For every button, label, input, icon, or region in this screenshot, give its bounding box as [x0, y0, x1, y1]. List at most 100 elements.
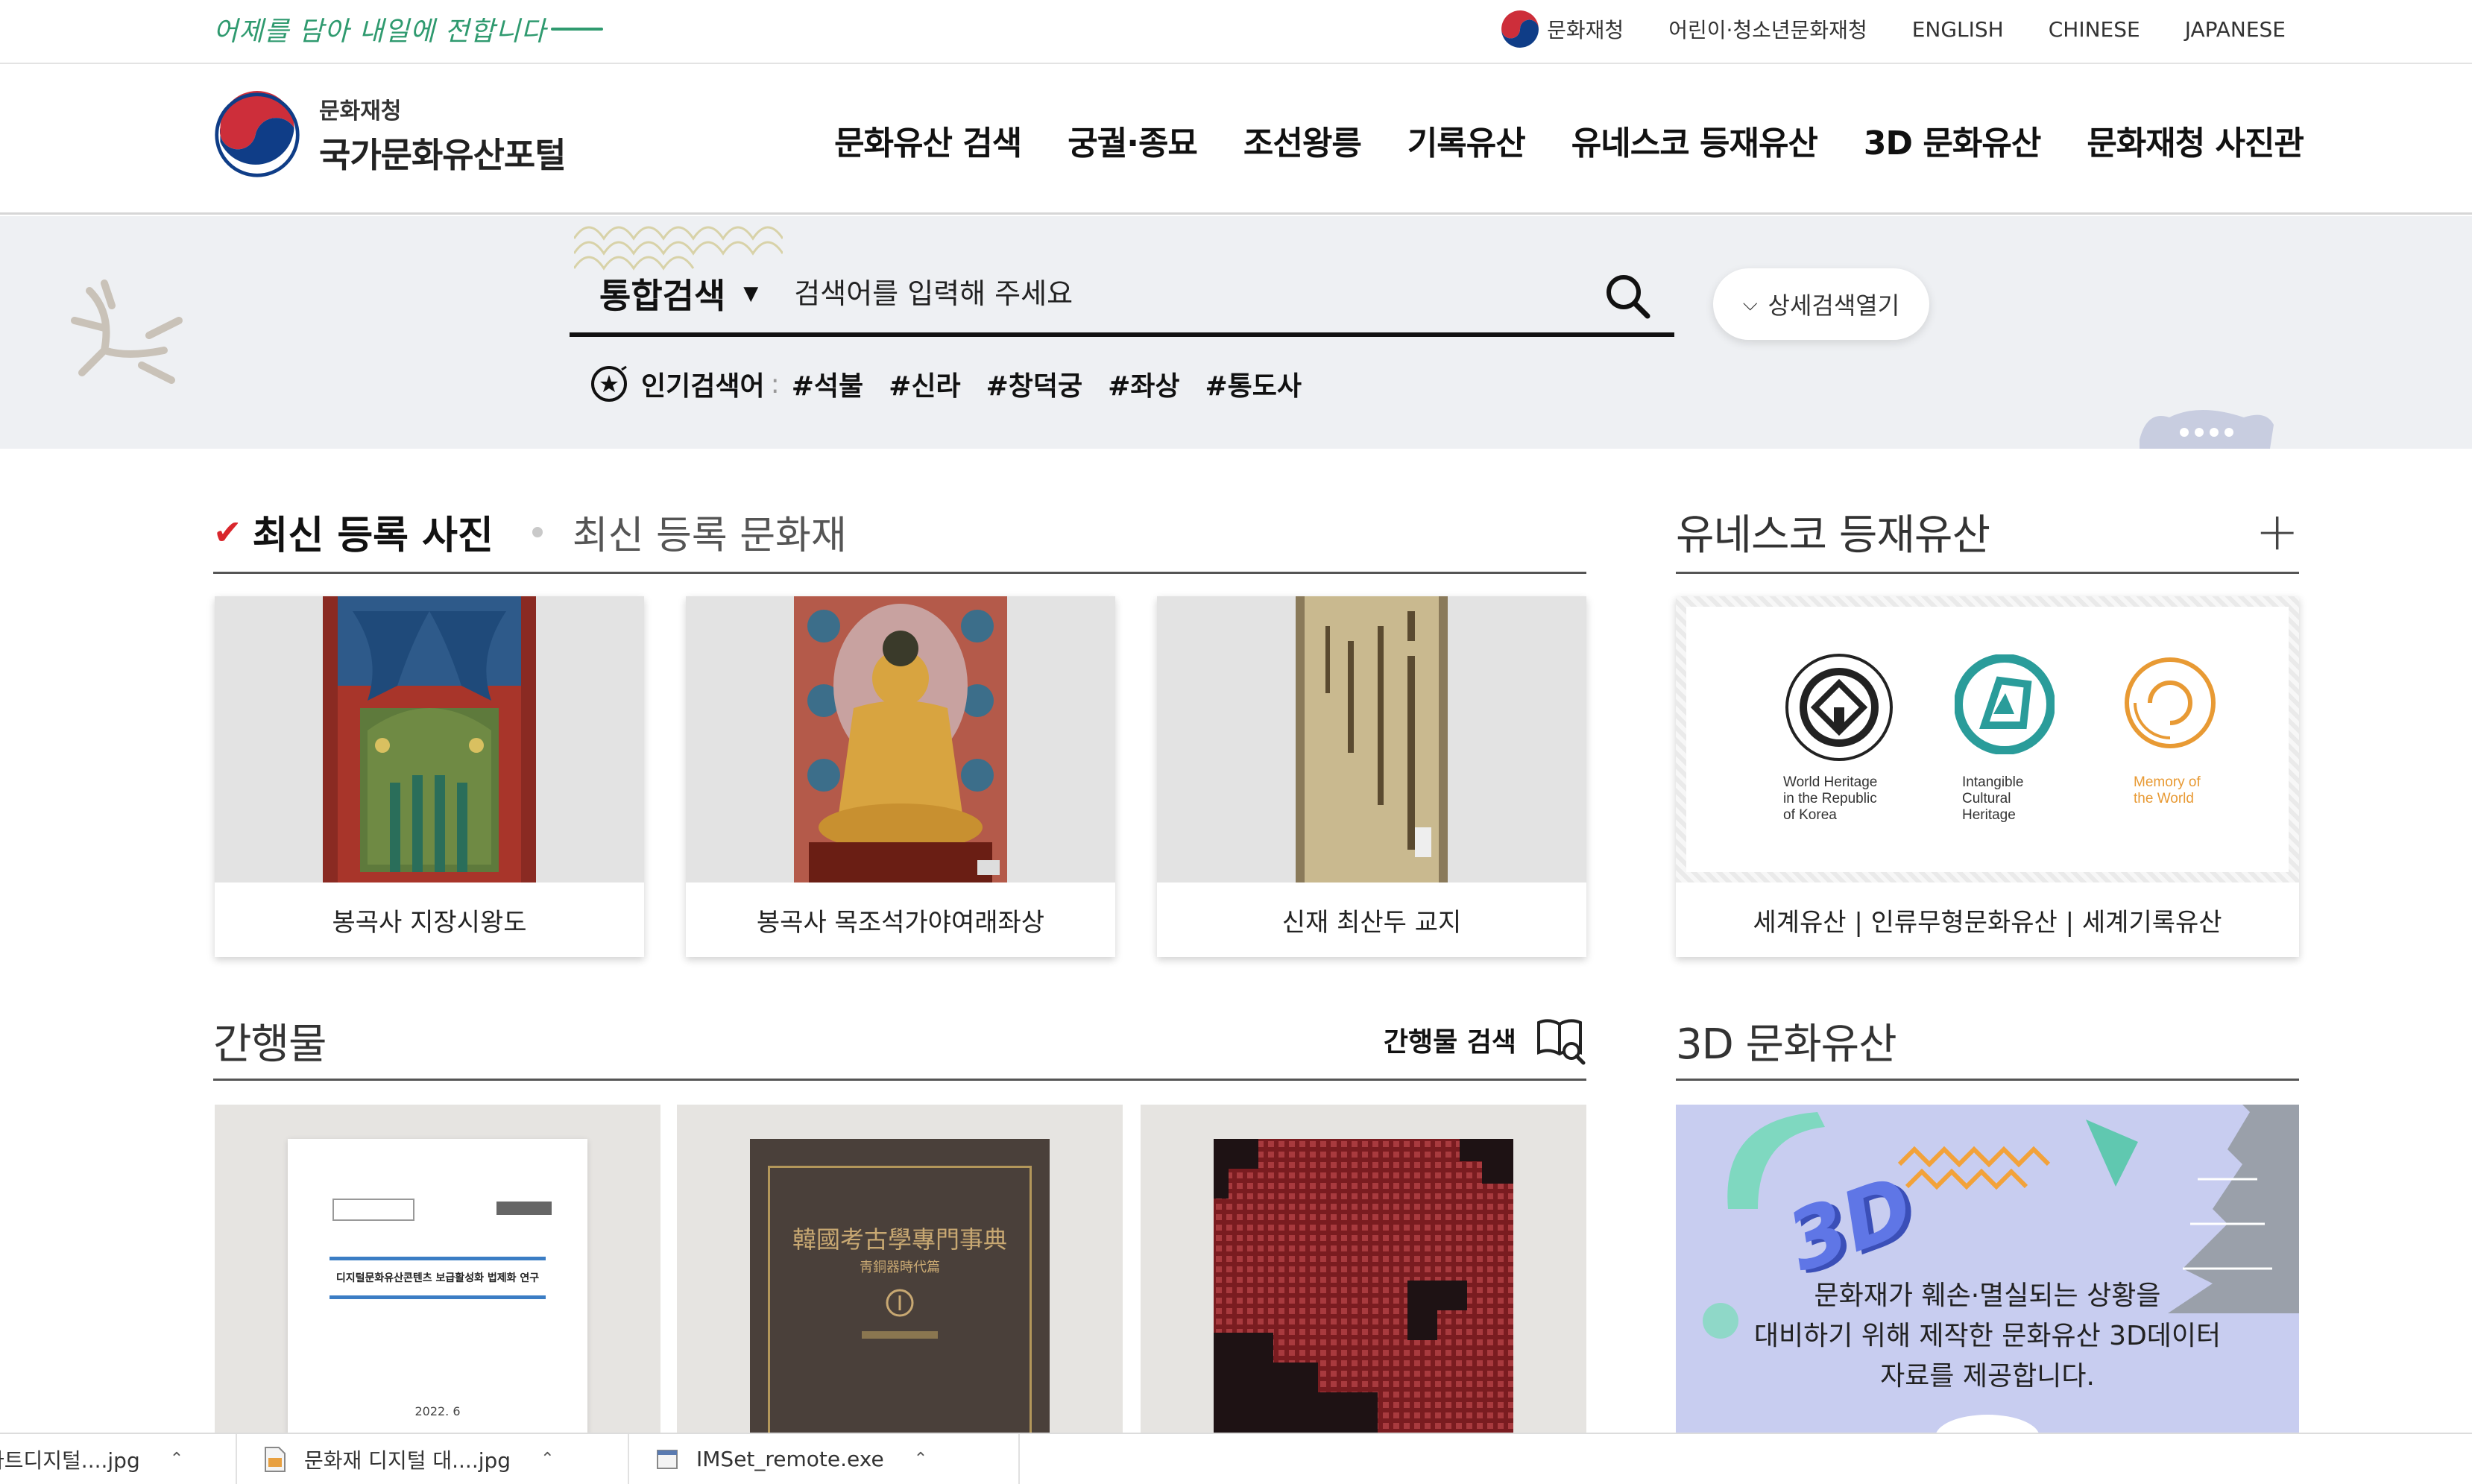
logo-text: 문화재청 국가문화유산포털: [319, 92, 567, 177]
nav-photo-gallery[interactable]: 문화재청 사진관: [2087, 116, 2304, 164]
tab-latest-photos-label: 최신 등록 사진: [252, 514, 494, 558]
nav-unesco[interactable]: 유네스코 등재유산: [1571, 116, 1818, 164]
logo-org: 문화재청: [319, 98, 402, 124]
popular-label: 인기검색어: [641, 371, 765, 402]
star-badge-icon: [591, 365, 627, 402]
advanced-search-button[interactable]: ⌵ 상세검색열기: [1713, 268, 1929, 340]
heritage3d-line: 대비하기 위해 제작한 문화유산 3D데이터: [1753, 1321, 2222, 1351]
chevron-up-icon[interactable]: ⌃: [914, 1450, 927, 1468]
search-scope-select[interactable]: 통합검색 ▼: [599, 269, 758, 318]
heritage3d-title: 3D 문화유산: [1676, 1020, 1897, 1069]
popular-tag[interactable]: #통도사: [1205, 364, 1302, 403]
photo-card-image: [1157, 596, 1586, 882]
world-heritage-logo-icon: [1785, 654, 1893, 761]
book-cover-brown: 韓國考古學專門事典 靑銅器時代篇: [750, 1139, 1050, 1433]
slogan: 어제를 담아 내일에 전합니다: [213, 4, 603, 54]
download-bar: 아트디지털....jpg ⌃ 문화재 디지털 대....jpg ⌃ IMSet_…: [0, 1433, 2472, 1484]
nav-palaces[interactable]: 궁궐·종묘: [1068, 116, 1198, 164]
plus-icon[interactable]: +: [2255, 505, 2299, 558]
book-publisher-line: [862, 1331, 938, 1339]
chevron-up-icon[interactable]: ⌃: [170, 1450, 183, 1468]
book-cover-box: [332, 1199, 414, 1221]
link-kids[interactable]: 어린이·청소년문화재청: [1668, 14, 1867, 44]
photo-card-caption: 신재 최산두 교지: [1281, 907, 1462, 938]
tab-latest-photos[interactable]: ✔ 최신 등록 사진: [213, 504, 494, 560]
link-chinese[interactable]: CHINESE: [2049, 17, 2140, 42]
book-emblem-icon: [886, 1289, 914, 1317]
memory-of-world-logo-icon: [2125, 657, 2216, 748]
mow-line: Memory of: [2134, 774, 2201, 790]
slogan-swoosh: [550, 28, 603, 31]
download-filename: 문화재 디지털 대....jpg: [304, 1447, 511, 1473]
photo-card-caption: 봉곡사 지장시왕도: [332, 907, 527, 938]
tab-separator-dot: [532, 526, 543, 537]
popular-tag[interactable]: #창덕궁: [986, 364, 1083, 403]
download-item[interactable]: IMSet_remote.exe ⌃: [629, 1434, 1020, 1484]
unesco-title: 유네스코 등재유산: [1676, 511, 1990, 560]
heritage3d-banner[interactable]: 3D 문화재가 훼손·멸실되는 상황을 대비하기 위해 제작한 문화유산 3D데…: [1676, 1105, 2299, 1433]
book-title: 디지털문화유산콘텐츠 보급활성화 법제화 연구: [335, 1272, 540, 1284]
unesco-header: 유네스코 등재유산 +: [1676, 492, 2299, 574]
check-icon: ✔: [213, 511, 242, 552]
search-icon[interactable]: [1603, 271, 1652, 321]
chevron-up-icon[interactable]: ⌃: [540, 1450, 554, 1468]
photo-card[interactable]: 봉곡사 지장시왕도: [215, 596, 644, 957]
tab-latest-heritage[interactable]: 최신 등록 문화재: [573, 504, 847, 560]
utility-bar: 어제를 담아 내일에 전합니다 문화재청 어린이·청소년문화재청 ENGLISH…: [0, 0, 2472, 64]
book-rule: [330, 1295, 546, 1299]
link-cha[interactable]: 문화재청: [1501, 10, 1624, 48]
heritage3d-line: 문화재가 훼손·멸실되는 상황을: [1814, 1281, 2161, 1311]
book-rule: [330, 1257, 546, 1260]
photo-card[interactable]: 봉곡사 목조석가야여래좌상: [686, 596, 1115, 957]
book-publisher-logo: [496, 1202, 552, 1215]
logo-name: 국가문화유산포털: [319, 135, 567, 175]
search-band: 통합검색 ▼ ⌵ 상세검색열기 인기검색어 : #석불 #신라 #창덕궁 #좌상…: [0, 216, 2472, 449]
book-search-icon: [1537, 1019, 1586, 1065]
cha-emblem-icon: [1501, 10, 1539, 48]
heritage3d-line: 자료를 제공합니다.: [1880, 1361, 2095, 1392]
publication-item[interactable]: 디지털문화유산콘텐츠 보급활성화 법제화 연구 2022. 6: [215, 1105, 660, 1433]
exe-file-icon: [657, 1449, 678, 1469]
search-input[interactable]: [794, 268, 1615, 320]
wh-line: of Korea: [1783, 807, 1837, 823]
link-english[interactable]: ENGLISH: [1912, 17, 2004, 42]
utility-links: 문화재청 어린이·청소년문화재청 ENGLISH CHINESE JAPANES…: [1501, 0, 2286, 58]
unesco-card[interactable]: World Heritage in the Republic of Korea …: [1676, 596, 2299, 957]
download-filename: IMSet_remote.exe: [696, 1447, 884, 1471]
link-cha-label: 문화재청: [1547, 18, 1624, 42]
chevron-down-icon: ⌵: [1742, 292, 1758, 315]
nav-heritage-search[interactable]: 문화유산 검색: [834, 116, 1022, 164]
publications-title: 간행물: [213, 1020, 327, 1069]
link-japanese[interactable]: JAPANESE: [2185, 17, 2286, 42]
book-cover-white: 디지털문화유산콘텐츠 보급활성화 법제화 연구 2022. 6: [288, 1139, 587, 1433]
heritage3d-header: 3D 문화유산: [1676, 1003, 2299, 1081]
memory-caption: Memory of the World: [2134, 774, 2245, 807]
publication-item[interactable]: [1141, 1105, 1586, 1433]
publication-item[interactable]: 韓國考古學專門事典 靑銅器時代篇: [677, 1105, 1123, 1433]
book-subtitle: 靑銅器時代篇: [860, 1260, 940, 1275]
unesco-logos: World Heritage in the Republic of Korea …: [1686, 607, 2289, 872]
image-file-icon: [265, 1446, 286, 1472]
slogan-text: 어제를 담아 내일에 전합니다: [213, 16, 546, 47]
latest-tabs: ✔ 최신 등록 사진 최신 등록 문화재: [213, 492, 1586, 574]
download-item[interactable]: 문화재 디지털 대....jpg ⌃: [237, 1434, 629, 1484]
site-logo[interactable]: 문화재청 국가문화유산포털: [213, 91, 567, 179]
intangible-heritage-logo-icon: [1955, 654, 2055, 754]
download-item[interactable]: 아트디지털....jpg ⌃: [0, 1434, 237, 1484]
unesco-caption: 세계유산 | 인류무형문화유산 | 세계기록유산: [1753, 907, 2222, 938]
publication-search-button[interactable]: 간행물 검색: [1384, 1014, 1586, 1066]
main-nav: 문화유산 검색 궁궐·종묘 조선왕릉 기록유산 유네스코 등재유산 3D 문화유…: [834, 116, 2304, 164]
nav-royal-tombs[interactable]: 조선왕릉: [1243, 116, 1362, 164]
photo-card[interactable]: 신재 최산두 교지: [1157, 596, 1586, 957]
nav-documentary[interactable]: 기록유산: [1407, 116, 1526, 164]
popular-tag[interactable]: #신라: [889, 364, 960, 403]
publication-search-label: 간행물 검색: [1383, 1027, 1516, 1058]
popular-tag[interactable]: #좌상: [1108, 364, 1179, 403]
ich-line: Intangible: [1962, 774, 2024, 790]
popular-tag[interactable]: #석불: [792, 364, 863, 403]
nav-3d[interactable]: 3D 문화유산: [1864, 116, 2041, 164]
caret-down-icon: ▼: [743, 282, 759, 305]
site-header: 문화재청 국가문화유산포털 문화유산 검색 궁궐·종묘 조선왕릉 기록유산 유네…: [0, 64, 2472, 215]
book-title: 韓國考古學專門事典: [792, 1225, 1007, 1254]
download-filename: 아트디지털....jpg: [0, 1447, 140, 1473]
